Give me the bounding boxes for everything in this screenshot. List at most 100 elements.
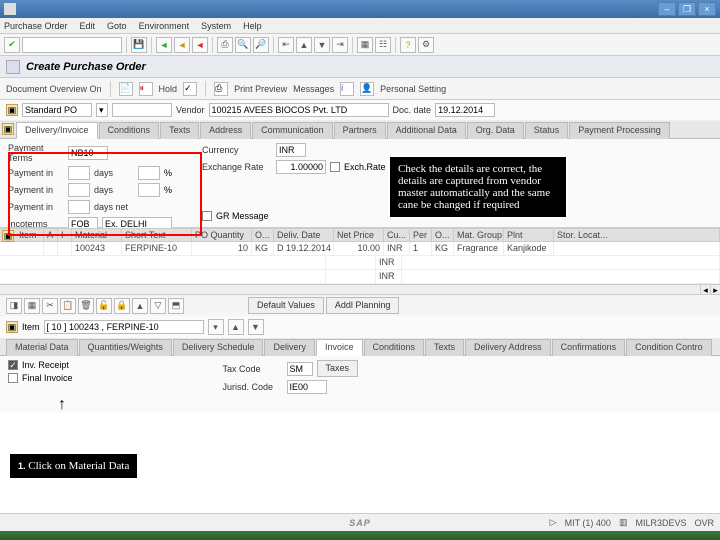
addl-planning-button[interactable]: Addl Planning bbox=[326, 297, 400, 314]
tab-status[interactable]: Status bbox=[525, 122, 569, 139]
save-icon[interactable]: 💾 bbox=[131, 37, 147, 53]
minimize-button[interactable]: – bbox=[658, 2, 676, 16]
tab-org-data[interactable]: Org. Data bbox=[467, 122, 524, 139]
menu-help[interactable]: Help bbox=[243, 21, 262, 31]
status-triangle-icon[interactable]: ▷ bbox=[550, 517, 557, 528]
next-page-icon[interactable]: ▼ bbox=[314, 37, 330, 53]
tab-payment-processing[interactable]: Payment Processing bbox=[569, 122, 670, 139]
item-prev-icon[interactable]: ▲ bbox=[228, 319, 244, 335]
tab-texts[interactable]: Texts bbox=[160, 122, 199, 139]
exchange-rate-field[interactable]: 1.00000 bbox=[276, 160, 326, 174]
jurisd-code-field[interactable]: IE00 bbox=[287, 380, 327, 394]
menu-environment[interactable]: Environment bbox=[139, 21, 190, 31]
inv-receipt-checkbox[interactable]: ✓ bbox=[8, 360, 18, 370]
close-button[interactable]: × bbox=[698, 2, 716, 16]
doc-type-field[interactable]: Standard PO bbox=[22, 103, 92, 117]
tab-quantities[interactable]: Quantities/Weights bbox=[79, 339, 172, 356]
tab-condition-control[interactable]: Condition Contro bbox=[626, 339, 712, 356]
shortcut-icon[interactable]: ☷ bbox=[375, 37, 391, 53]
doc-overview-button[interactable]: Document Overview On bbox=[6, 84, 102, 94]
tab-additional-data[interactable]: Additional Data bbox=[387, 122, 466, 139]
hold-label[interactable]: Hold bbox=[159, 84, 178, 94]
grid-tool-3[interactable]: ✂ bbox=[42, 298, 58, 314]
item-row-1[interactable]: 100243 FERPINE-10 10 KG D 19.12.2014 10.… bbox=[0, 242, 720, 256]
grid-tool-9[interactable]: ▽ bbox=[150, 298, 166, 314]
grid-tool-4[interactable]: 📋 bbox=[60, 298, 76, 314]
first-page-icon[interactable]: ⇤ bbox=[278, 37, 294, 53]
tab-delivery-schedule[interactable]: Delivery Schedule bbox=[173, 339, 264, 356]
restore-button[interactable]: ❐ bbox=[678, 2, 696, 16]
grid-tool-1[interactable]: ◨ bbox=[6, 298, 22, 314]
tab-communication[interactable]: Communication bbox=[252, 122, 333, 139]
tab-delivery-invoice[interactable]: Delivery/Invoice bbox=[16, 122, 98, 139]
info-icon[interactable]: i bbox=[340, 82, 354, 96]
vendor-field[interactable]: 100215 AVEES BIOCOS Pvt. LTD bbox=[209, 103, 389, 117]
grid-tool-5[interactable]: 🗑 bbox=[78, 298, 94, 314]
help-icon[interactable]: ? bbox=[400, 37, 416, 53]
hold-icon[interactable]: ⏸ bbox=[139, 82, 153, 96]
item-row-2[interactable]: INR bbox=[0, 256, 720, 270]
grid-tool-2[interactable]: ▦ bbox=[24, 298, 40, 314]
layout-icon[interactable]: ⚙ bbox=[418, 37, 434, 53]
grid-tool-8[interactable]: ▲ bbox=[132, 298, 148, 314]
tab-delivery-address[interactable]: Delivery Address bbox=[465, 339, 551, 356]
last-page-icon[interactable]: ⇥ bbox=[332, 37, 348, 53]
prev-page-icon[interactable]: ▲ bbox=[296, 37, 312, 53]
tab-delivery[interactable]: Delivery bbox=[264, 339, 315, 356]
tab-item-texts[interactable]: Texts bbox=[425, 339, 464, 356]
highlight-box bbox=[8, 152, 202, 236]
tab-partners[interactable]: Partners bbox=[334, 122, 386, 139]
grid-tool-6[interactable]: 🔓 bbox=[96, 298, 112, 314]
doc-type-dropdown[interactable]: ▾ bbox=[96, 103, 108, 117]
po-number-field[interactable] bbox=[112, 103, 172, 117]
menu-purchase-order[interactable]: Purchase Order bbox=[4, 21, 68, 31]
tab-item-conditions[interactable]: Conditions bbox=[364, 339, 425, 356]
exch-fixed-checkbox[interactable] bbox=[330, 162, 340, 172]
docdate-field[interactable]: 19.12.2014 bbox=[435, 103, 495, 117]
command-field[interactable] bbox=[22, 37, 122, 53]
item-selector-field[interactable]: [ 10 ] 100243 , FERPINE-10 bbox=[44, 320, 204, 334]
print-icon[interactable]: ⎙ bbox=[217, 37, 233, 53]
tab-address[interactable]: Address bbox=[200, 122, 251, 139]
item-dropdown-icon[interactable]: ▾ bbox=[208, 319, 224, 335]
print-preview-icon[interactable]: ⎙ bbox=[214, 82, 228, 96]
header-collapse-icon[interactable]: ▣ bbox=[2, 123, 14, 135]
messages-label[interactable]: Messages bbox=[293, 84, 334, 94]
enter-icon[interactable]: ✔ bbox=[4, 37, 20, 53]
menu-system[interactable]: System bbox=[201, 21, 231, 31]
tax-code-field[interactable]: SM bbox=[287, 362, 313, 376]
default-values-button[interactable]: Default Values bbox=[248, 297, 324, 314]
currency-field[interactable]: INR bbox=[276, 143, 306, 157]
grid-tool-7[interactable]: 🔒 bbox=[114, 298, 130, 314]
grid-tool-10[interactable]: ⬒ bbox=[168, 298, 184, 314]
item-row-3[interactable]: INR bbox=[0, 270, 720, 284]
personal-setting-label[interactable]: Personal Setting bbox=[380, 84, 446, 94]
item-next-icon[interactable]: ▼ bbox=[248, 319, 264, 335]
tab-conditions[interactable]: Conditions bbox=[99, 122, 160, 139]
find-next-icon[interactable]: 🔎 bbox=[253, 37, 269, 53]
other-po-icon[interactable]: 📄 bbox=[119, 82, 133, 96]
item-label: Item bbox=[22, 322, 40, 332]
exit-icon[interactable]: ◄ bbox=[174, 37, 190, 53]
final-invoice-checkbox[interactable] bbox=[8, 373, 18, 383]
tab-invoice[interactable]: Invoice bbox=[316, 339, 363, 356]
menu-goto[interactable]: Goto bbox=[107, 21, 127, 31]
scroll-right-icon[interactable]: ▸ bbox=[710, 285, 720, 294]
tax-code-label: Tax Code bbox=[223, 364, 283, 374]
back-icon[interactable]: ◄ bbox=[156, 37, 172, 53]
find-icon[interactable]: 🔍 bbox=[235, 37, 251, 53]
personal-icon[interactable]: 👤 bbox=[360, 82, 374, 96]
cancel-icon[interactable]: ◄ bbox=[192, 37, 208, 53]
menu-edit[interactable]: Edit bbox=[80, 21, 96, 31]
tab-material-data[interactable]: Material Data bbox=[6, 339, 78, 356]
check-icon[interactable]: ✓ bbox=[183, 82, 197, 96]
create-session-icon[interactable]: ▦ bbox=[357, 37, 373, 53]
scroll-left-icon[interactable]: ◂ bbox=[700, 285, 710, 294]
header-expand-icon[interactable]: ▣ bbox=[6, 104, 18, 116]
taxes-button[interactable]: Taxes bbox=[317, 360, 359, 377]
gr-message-checkbox[interactable] bbox=[202, 211, 212, 221]
tab-confirmations[interactable]: Confirmations bbox=[552, 339, 626, 356]
item-detail-expand-icon[interactable]: ▣ bbox=[6, 321, 18, 333]
print-preview-label[interactable]: Print Preview bbox=[234, 84, 287, 94]
invoice-panel: ✓Inv. Receipt Final Invoice Tax CodeSMTa… bbox=[0, 356, 720, 412]
